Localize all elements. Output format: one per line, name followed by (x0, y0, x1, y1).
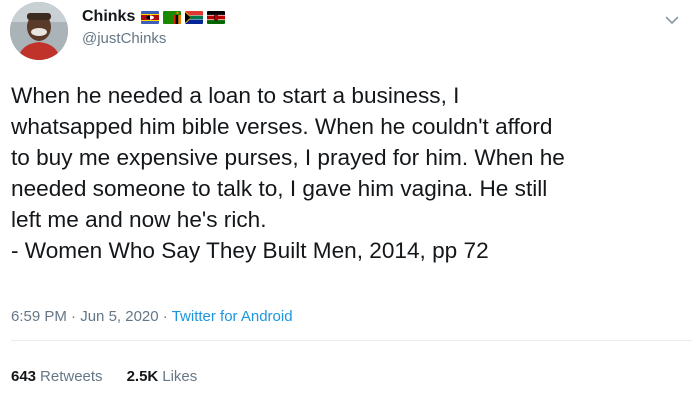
tweet-source-link[interactable]: Twitter for Android (172, 308, 293, 325)
tweet-text-line: left me and now he's rich. (11, 207, 267, 232)
retweets-count: 643 (11, 368, 37, 385)
tweet-meta: 6:59 PM · Jun 5, 2020 · Twitter for Andr… (11, 308, 293, 325)
likes-count: 2.5K (126, 368, 159, 385)
tweet-text-line: When he needed a loan to start a busines… (11, 83, 460, 108)
tweet-text-line: to buy me expensive purses, I prayed for… (11, 145, 565, 170)
tweet-text: When he needed a loan to start a busines… (11, 80, 681, 266)
chevron-down-icon[interactable] (662, 10, 682, 30)
user-handle[interactable]: @justChinks (82, 30, 166, 47)
south-africa-flag-icon (185, 10, 204, 24)
display-name[interactable]: Chinks (82, 8, 135, 26)
retweets-stat[interactable]: 643 Retweets (11, 368, 103, 385)
avatar[interactable] (10, 2, 68, 60)
tweet-card: Chinks @justChinks When he needed a loan… (0, 0, 696, 402)
tweet-text-line: whatsapped him bible verses. When he cou… (11, 114, 553, 139)
zambia-flag-icon (163, 10, 182, 24)
kenya-flag-icon (207, 10, 226, 24)
tweet-text-line: needed someone to talk to, I gave him va… (11, 176, 548, 201)
display-name-row: Chinks (82, 6, 226, 28)
divider (11, 340, 692, 341)
tweet-time[interactable]: 6:59 PM (11, 308, 67, 325)
meta-separator: · (158, 308, 172, 325)
eswatini-flag-icon (141, 10, 160, 24)
tweet-stats: 643 Retweets 2.5K Likes (11, 368, 197, 385)
likes-label: Likes (162, 368, 198, 385)
retweets-label: Retweets (40, 368, 103, 385)
tweet-date[interactable]: Jun 5, 2020 (80, 308, 158, 325)
meta-separator: · (66, 308, 81, 325)
likes-stat[interactable]: 2.5K Likes (127, 368, 198, 385)
tweet-text-line: - Women Who Say They Built Men, 2014, pp… (11, 238, 489, 263)
